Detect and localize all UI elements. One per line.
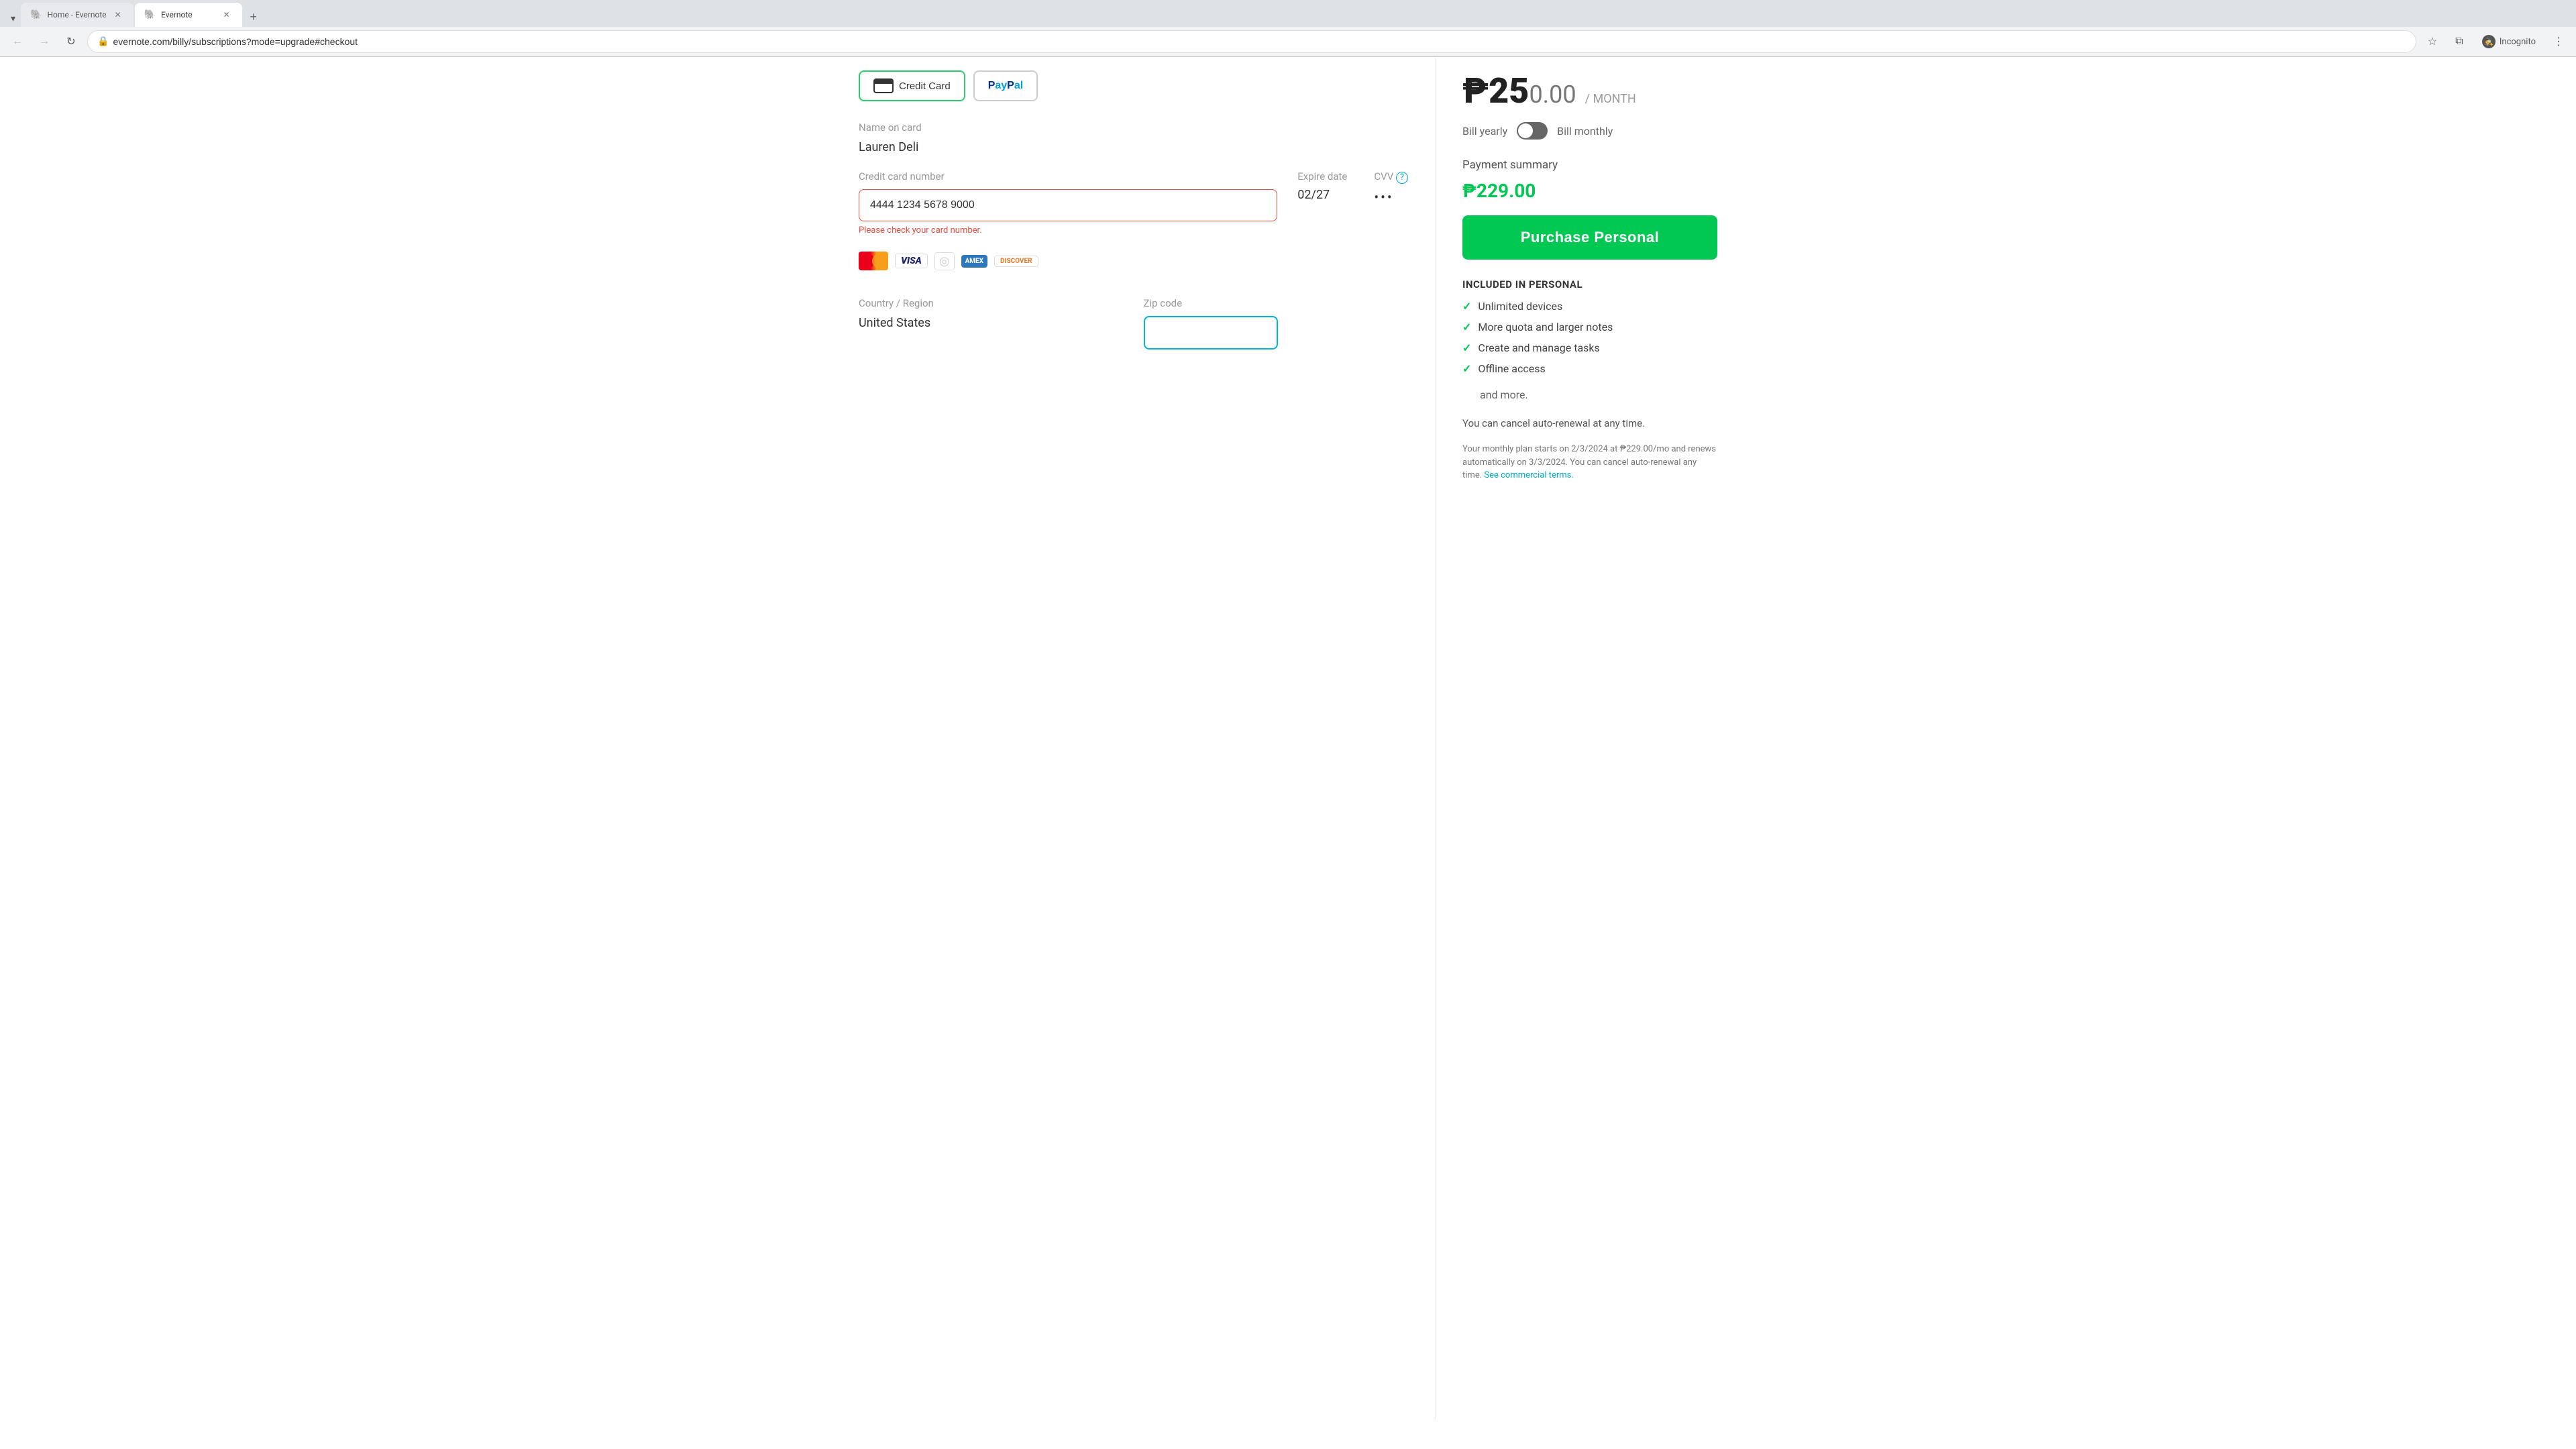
paypal-tab[interactable]: PayPal bbox=[973, 70, 1038, 101]
lock-icon: 🔒 bbox=[97, 36, 109, 47]
name-on-card-label: Name on card bbox=[859, 121, 1408, 133]
new-tab-button[interactable]: + bbox=[244, 7, 264, 27]
incognito-icon: 🕵 bbox=[2482, 35, 2496, 48]
toggle-knob bbox=[1518, 123, 1533, 138]
summary-amount: ₱229.00 bbox=[1462, 180, 1717, 202]
feature-unlimited-devices: ✓ Unlimited devices bbox=[1462, 300, 1717, 313]
expire-date-group: Expire date 02/27 bbox=[1297, 170, 1347, 202]
credit-card-tab[interactable]: Credit Card bbox=[859, 70, 965, 101]
and-more-text: and more. bbox=[1480, 388, 1717, 401]
price-cents: 0.00 bbox=[1529, 80, 1576, 109]
price-value: ₱25 bbox=[1462, 70, 1529, 111]
feature-label-1: Unlimited devices bbox=[1478, 300, 1562, 313]
expire-cvv-row: Expire date 02/27 CVV ? ••• bbox=[1297, 170, 1408, 205]
zip-group: Zip code bbox=[1144, 297, 1409, 350]
expire-cvv-group: Expire date 02/27 CVV ? ••• bbox=[1297, 170, 1408, 235]
tab2-close-button[interactable]: ✕ bbox=[221, 9, 233, 21]
card-number-group: Credit card number Please check your car… bbox=[859, 170, 1277, 235]
price-display: ₱250.00 / MONTH bbox=[1462, 70, 1717, 111]
feature-offline: ✓ Offline access bbox=[1462, 362, 1717, 375]
check-icon-1: ✓ bbox=[1462, 300, 1471, 313]
page-content: Credit Card PayPal Name on card Lauren D… bbox=[818, 57, 1758, 1420]
payment-summary-section: Payment summary ₱229.00 bbox=[1462, 158, 1717, 202]
cvv-group: CVV ? ••• bbox=[1374, 170, 1408, 205]
card-number-input[interactable] bbox=[859, 189, 1277, 221]
renewal-notice: Your monthly plan starts on 2/3/2024 at … bbox=[1462, 443, 1717, 482]
card-brand-icons: VISA ◎ AMEX DISCOVER bbox=[859, 252, 1408, 270]
billing-toggle-switch[interactable] bbox=[1517, 122, 1548, 140]
check-icon-3: ✓ bbox=[1462, 341, 1471, 354]
tab2-title: Evernote bbox=[161, 10, 215, 19]
url-input[interactable] bbox=[113, 36, 2406, 47]
feature-label-4: Offline access bbox=[1478, 362, 1545, 375]
cancel-notice: You can cancel auto-renewal at any time. bbox=[1462, 417, 1717, 429]
cvv-label: CVV ? bbox=[1374, 170, 1408, 184]
tabs-bar: ▾ 🐘 Home - Evernote ✕ 🐘 Evernote ✕ + bbox=[0, 0, 2576, 27]
bill-yearly-label: Bill yearly bbox=[1462, 125, 1507, 138]
purchase-personal-button[interactable]: Purchase Personal bbox=[1462, 215, 1717, 260]
feature-label-3: Create and manage tasks bbox=[1478, 341, 1599, 354]
summary-panel: ₱250.00 / MONTH Bill yearly Bill monthly… bbox=[1436, 57, 1744, 1420]
country-group: Country / Region United States bbox=[859, 297, 1124, 350]
cvv-help-icon[interactable]: ? bbox=[1396, 172, 1408, 184]
bill-monthly-label: Bill monthly bbox=[1557, 125, 1613, 138]
feature-more-quota: ✓ More quota and larger notes bbox=[1462, 321, 1717, 333]
country-value: United States bbox=[859, 316, 1124, 330]
commercial-terms-link[interactable]: See commercial terms. bbox=[1484, 470, 1573, 480]
discover-icon: DISCOVER bbox=[994, 256, 1038, 267]
address-bar-row: ← → ↻ 🔒 ☆ ⧉ 🕵 Incognito ⋮ bbox=[0, 27, 2576, 56]
tab2-icon: 🐘 bbox=[144, 9, 156, 20]
feature-list: ✓ Unlimited devices ✓ More quota and lar… bbox=[1462, 300, 1717, 375]
payment-methods: Credit Card PayPal bbox=[859, 70, 1408, 101]
paypal-logo: PayPal bbox=[988, 80, 1023, 92]
star-button[interactable]: ☆ bbox=[2422, 31, 2443, 52]
visa-icon: VISA bbox=[895, 254, 928, 268]
diners-icon: ◎ bbox=[934, 252, 955, 270]
incognito-button[interactable]: 🕵 Incognito bbox=[2475, 32, 2542, 51]
billing-section: Country / Region United States Zip code bbox=[859, 297, 1408, 350]
card-details-row: Credit card number Please check your car… bbox=[859, 170, 1408, 235]
zip-label: Zip code bbox=[1144, 297, 1409, 309]
tab1-icon: 🐘 bbox=[30, 9, 42, 20]
split-view-button[interactable]: ⧉ bbox=[2449, 31, 2470, 52]
credit-card-icon bbox=[873, 78, 894, 93]
tab-evernote[interactable]: 🐘 Evernote ✕ bbox=[135, 3, 242, 27]
check-icon-2: ✓ bbox=[1462, 321, 1471, 333]
expire-date-label: Expire date bbox=[1297, 170, 1347, 182]
back-button[interactable]: ← bbox=[7, 31, 28, 52]
address-bar[interactable]: 🔒 bbox=[87, 30, 2416, 53]
name-on-card-section: Name on card Lauren Deli bbox=[859, 121, 1408, 154]
tab1-title: Home - Evernote bbox=[47, 10, 106, 19]
tab1-close-button[interactable]: ✕ bbox=[112, 9, 124, 21]
incognito-label: Incognito bbox=[2500, 37, 2536, 47]
included-title: INCLUDED IN PERSONAL bbox=[1462, 278, 1717, 290]
mastercard-icon bbox=[859, 252, 888, 270]
billing-toggle: Bill yearly Bill monthly bbox=[1462, 122, 1717, 140]
forward-button[interactable]: → bbox=[34, 31, 55, 52]
check-icon-4: ✓ bbox=[1462, 362, 1471, 375]
tab-home-evernote[interactable]: 🐘 Home - Evernote ✕ bbox=[21, 3, 133, 27]
credit-card-label: Credit Card bbox=[899, 80, 951, 92]
payment-summary-title: Payment summary bbox=[1462, 158, 1717, 172]
payment-panel: Credit Card PayPal Name on card Lauren D… bbox=[832, 57, 1436, 1420]
country-label: Country / Region bbox=[859, 297, 1124, 309]
card-error-msg: Please check your card number. bbox=[859, 225, 1277, 235]
expire-date-value: 02/27 bbox=[1297, 188, 1347, 202]
more-menu-button[interactable]: ⋮ bbox=[2548, 31, 2569, 52]
feature-label-2: More quota and larger notes bbox=[1478, 321, 1613, 333]
cvv-value: ••• bbox=[1374, 189, 1408, 205]
country-zip-row: Country / Region United States Zip code bbox=[859, 297, 1408, 350]
browser-chrome: ▾ 🐘 Home - Evernote ✕ 🐘 Evernote ✕ + ← →… bbox=[0, 0, 2576, 57]
tab-chevron[interactable]: ▾ bbox=[7, 11, 19, 27]
per-month-label: / MONTH bbox=[1585, 92, 1636, 106]
card-number-label: Credit card number bbox=[859, 170, 1277, 182]
name-on-card-value: Lauren Deli bbox=[859, 140, 1408, 154]
amex-icon: AMEX bbox=[961, 255, 987, 268]
zip-input[interactable] bbox=[1144, 316, 1278, 350]
refresh-button[interactable]: ↻ bbox=[60, 31, 82, 52]
feature-tasks: ✓ Create and manage tasks bbox=[1462, 341, 1717, 354]
